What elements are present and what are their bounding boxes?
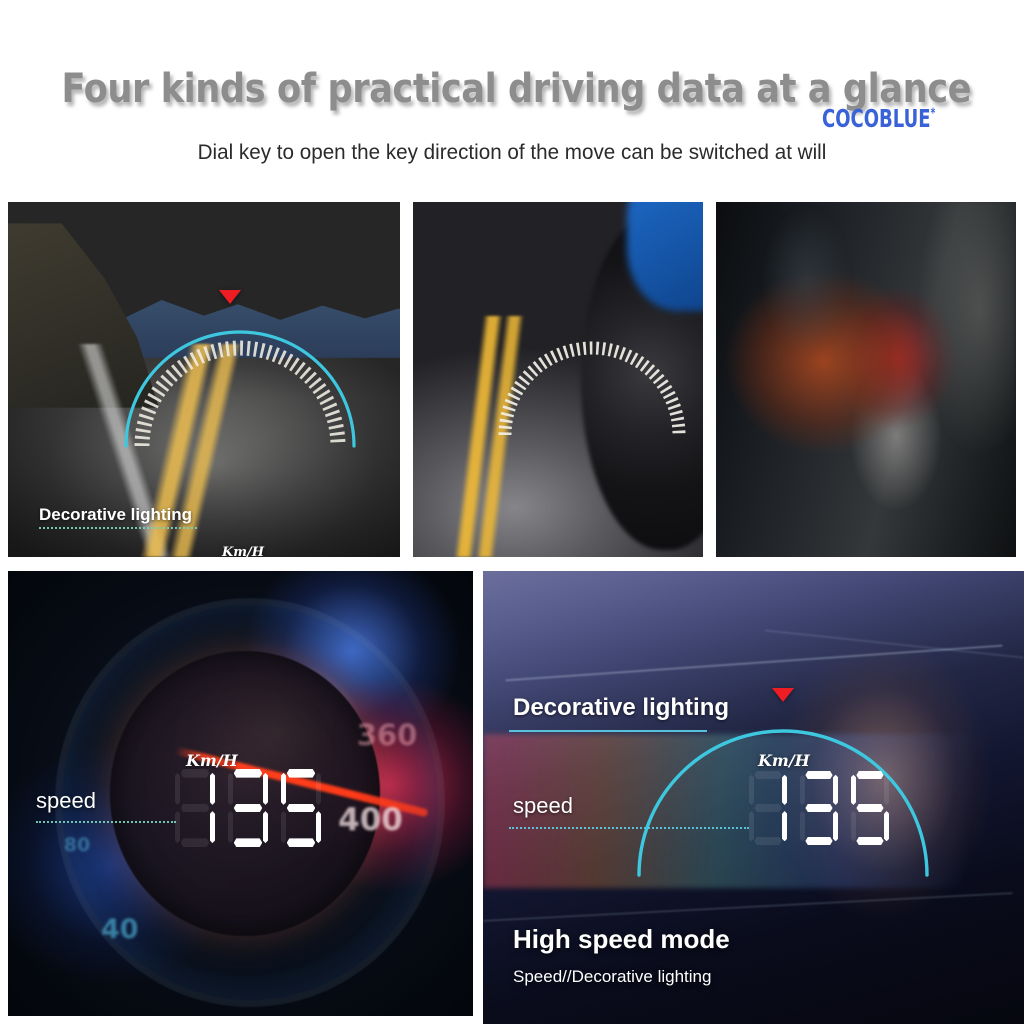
rpm-pointer-icon (772, 688, 794, 702)
seg-e (227, 811, 234, 844)
seg-a (805, 771, 833, 780)
panel-simple-mode: 40 80 360 400 speed Km/H Simple mode Spe… (8, 571, 473, 1016)
page-header: Four kinds of practical driving data at … (0, 0, 1024, 190)
seg-c (782, 810, 788, 842)
brand-trademark-mark: * (930, 106, 936, 122)
seg-digit (280, 769, 322, 847)
seg-g (754, 803, 782, 813)
seg-c (833, 810, 839, 842)
seg-f (748, 774, 754, 806)
seg-b (315, 772, 322, 805)
seg-b (209, 772, 216, 805)
hud-speed-value (748, 771, 890, 845)
seg-g (286, 803, 316, 813)
seg-a (856, 771, 884, 780)
hud-gauge-ticks (497, 327, 687, 437)
panel-subtitle: Speed//Decorative lighting (513, 967, 712, 986)
seg-c (209, 811, 216, 844)
brand-logo: COCOBLUE* (822, 104, 935, 133)
seg-e (850, 810, 856, 842)
hud-unit-kmh: Km/H (222, 545, 265, 557)
hud-overlay-high-speed: Engine RPM speed Km/H (413, 202, 703, 557)
seg-c (262, 811, 269, 844)
seg-d (180, 838, 210, 847)
hud-leader-decorative-lighting (39, 527, 197, 529)
hud-label-speed: speed (36, 788, 96, 813)
hud-leader-speed (509, 827, 749, 829)
brand-logo-text: COCOBLUE (822, 104, 931, 133)
seg-f (174, 772, 181, 805)
seg-g (856, 803, 884, 813)
seg-a (286, 769, 316, 778)
seg-g (805, 803, 833, 813)
hud-overlay-simple: speed Km/H (8, 571, 473, 1016)
panel-mileage-measurement: Driving mileage Mileage measurement 18.9… (716, 202, 1016, 557)
seg-b (833, 774, 839, 806)
seg-d (805, 836, 833, 845)
seg-d (233, 838, 263, 847)
hud-speed-value (174, 769, 322, 847)
seg-g (180, 803, 210, 813)
seg-c (884, 810, 890, 842)
panel-title: High speed mode (513, 924, 730, 954)
seg-d (856, 836, 884, 845)
panel-high-speed-mode-lighting: Decorative lighting speed Km/H High spee… (483, 571, 1024, 1024)
hud-leader-speed (36, 821, 176, 823)
seg-g (233, 803, 263, 813)
seg-digit (174, 769, 216, 847)
product-feature-page: Four kinds of practical driving data at … (0, 0, 1024, 1024)
hud-leader-decorative-lighting (509, 730, 707, 732)
seg-d (286, 838, 316, 847)
seg-d (754, 836, 782, 845)
seg-b (262, 772, 269, 805)
seg-b (782, 774, 788, 806)
seg-e (174, 811, 181, 844)
seg-f (850, 774, 856, 806)
seg-e (799, 810, 805, 842)
hud-label-decorative-lighting: Decorative lighting (513, 694, 730, 721)
seg-a (233, 769, 263, 778)
seg-digit (227, 769, 269, 847)
panel-caption-high-speed-lighting: High speed mode Speed//Decorative lighti… (513, 924, 730, 987)
seg-f (799, 774, 805, 806)
page-subtitle: Dial key to open the key direction of th… (197, 140, 827, 164)
hud-unit-kmh: Km/H (186, 751, 238, 770)
seg-e (280, 811, 287, 844)
hud-unit-kmh: Km/H (758, 751, 810, 770)
hud-label-speed: speed (513, 793, 573, 818)
seg-e (748, 810, 754, 842)
seg-a (754, 771, 782, 780)
rpm-tick-marks (134, 340, 346, 447)
seg-digit (799, 771, 839, 845)
hud-gauge-arc (120, 298, 360, 448)
rpm-pointer-icon (219, 290, 241, 304)
seg-c (315, 811, 322, 844)
panel-normal-mode: Decorative lighting Engine RPM speed Km/… (8, 202, 400, 557)
hud-overlay-mileage: Driving mileage (716, 202, 1016, 557)
seg-digit (850, 771, 890, 845)
seg-b (884, 774, 890, 806)
seg-digit (748, 771, 788, 845)
panel-high-speed-mode: Engine RPM speed Km/H High speed mode Sp… (413, 202, 703, 557)
seg-f (280, 772, 287, 805)
hud-overlay-normal: Decorative lighting Engine RPM speed Km/… (8, 202, 400, 557)
seg-f (227, 772, 234, 805)
hud-label-decorative-lighting: Decorative lighting (39, 505, 193, 524)
seg-a (180, 769, 210, 778)
